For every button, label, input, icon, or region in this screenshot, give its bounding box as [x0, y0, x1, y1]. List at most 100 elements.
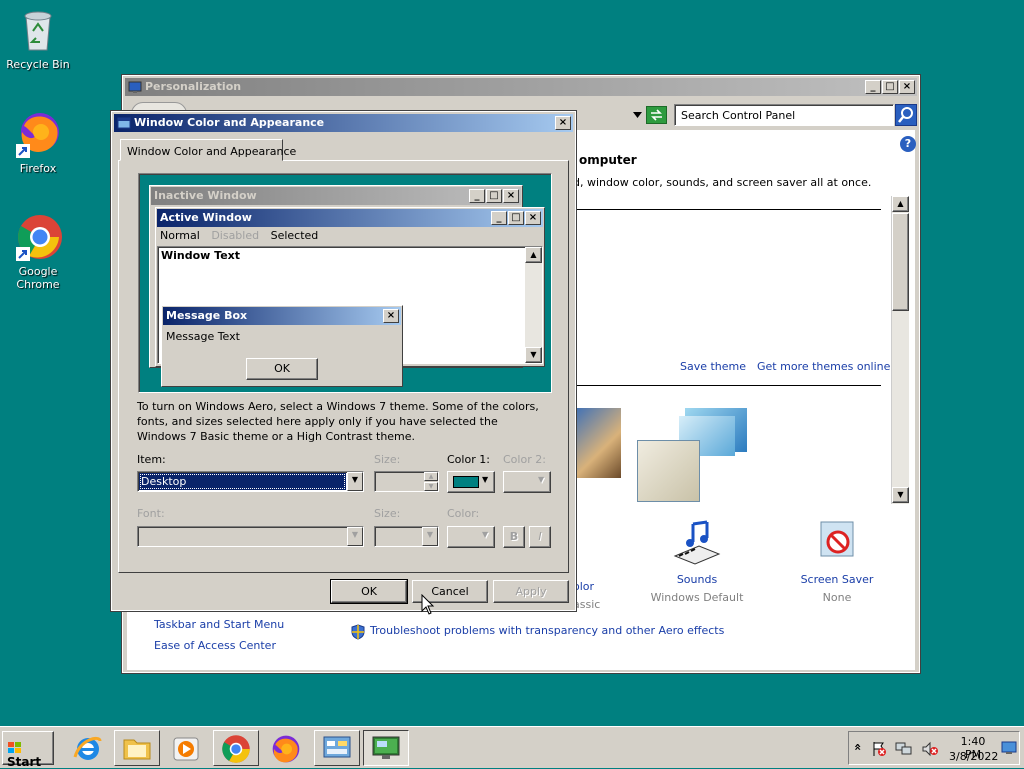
font-color-label: Color: [447, 507, 480, 520]
preview-msgbox-close: × [383, 309, 399, 323]
tab-window-color[interactable]: Window Color and Appearance [120, 139, 296, 161]
show-desktop-icon[interactable] [1001, 741, 1017, 755]
dialog-close-button[interactable]: × [555, 116, 571, 130]
preview-max-button: □ [486, 189, 502, 203]
screen-saver-icon [820, 521, 854, 557]
chevron-down-icon[interactable]: ▼ [422, 527, 438, 546]
minimize-button[interactable]: _ [865, 80, 881, 94]
preview-menu-selected: Selected [270, 229, 319, 242]
themes-top-rule [573, 209, 881, 210]
personalization-icon [128, 81, 142, 93]
desktop-icon-recycle-bin[interactable]: Recycle Bin [0, 6, 76, 71]
see-also-taskbar-link[interactable]: Taskbar and Start Menu [154, 618, 284, 631]
more-themes-link[interactable]: Get more themes online [757, 360, 890, 373]
font-size-dropdown[interactable]: ▼ [374, 526, 439, 547]
chevron-down-icon: ▼ [482, 530, 489, 539]
preview-close-button: × [503, 189, 519, 203]
screensaver-item[interactable]: Screen Saver None [789, 520, 885, 604]
chevron-down-icon[interactable]: ▼ [347, 472, 363, 491]
folder-icon [123, 739, 151, 760]
bold-button[interactable]: B [503, 526, 525, 548]
page-description: d, window color, sounds, and screen save… [573, 176, 872, 189]
help-button[interactable]: ? [900, 136, 916, 152]
personalization-titlebar[interactable]: Personalization _ □ × [125, 78, 917, 96]
scroll-thumb[interactable] [892, 213, 909, 311]
spinner-up[interactable]: ▲ [424, 472, 438, 481]
volume-muted-icon[interactable] [921, 741, 939, 757]
refresh-button[interactable] [646, 106, 667, 124]
dialog-title: Window Color and Appearance [134, 116, 325, 129]
network-icon[interactable] [895, 741, 913, 757]
windows-logo-icon [8, 741, 21, 753]
see-also-ease-of-access-link[interactable]: Ease of Access Center [154, 639, 276, 652]
desktop-icon-chrome[interactable]: Google Chrome [0, 213, 76, 291]
themes-scrollbar[interactable]: ▲ ▼ [891, 196, 909, 504]
preview-inactive-titlebar: Inactive Window _ □ × [151, 187, 521, 205]
dialog-titlebar[interactable]: Window Color and Appearance × [114, 114, 573, 132]
color1-picker[interactable]: ▼ [447, 471, 495, 493]
personalization-taskbar-button[interactable] [363, 730, 409, 766]
clock-date[interactable]: 3/8/2022 [949, 750, 998, 763]
recycle-bin-icon [14, 6, 62, 54]
preview-msgbox-title: Message Box [166, 309, 248, 322]
item-size-spinner[interactable]: ▲ ▼ [374, 471, 439, 492]
ie-quicklaunch[interactable] [72, 733, 104, 765]
desktop-icon-firefox[interactable]: Firefox [0, 110, 76, 175]
save-theme-link[interactable]: Save theme [680, 360, 746, 373]
font-size-label: Size: [374, 507, 401, 520]
preview-scroll-down: ▼ [525, 347, 542, 363]
search-button[interactable] [895, 104, 917, 126]
apply-button[interactable]: Apply [493, 580, 569, 603]
desktop-icon-label: Google Chrome [16, 265, 60, 291]
item-dropdown[interactable]: Desktop ▼ [137, 471, 364, 492]
media-player-quicklaunch[interactable] [170, 733, 202, 765]
maximize-button[interactable]: □ [882, 80, 898, 94]
scroll-down-button[interactable]: ▼ [892, 487, 909, 503]
tab-label: Window Color and Appearance [127, 145, 297, 158]
display-icon [372, 736, 400, 759]
scroll-up-button[interactable]: ▲ [892, 196, 909, 212]
color2-label: Color 2: [503, 453, 546, 466]
theme-thumbnail-selected[interactable] [637, 440, 700, 502]
preview-max-button: □ [508, 211, 524, 225]
preview-scroll-up: ▲ [525, 247, 542, 263]
sounds-item[interactable]: Sounds Windows Default [649, 520, 745, 604]
page-heading: omputer [579, 153, 637, 167]
color-sublabel: assic [573, 598, 601, 611]
chrome-icon [222, 735, 250, 763]
explorer-taskbar-button[interactable] [114, 730, 160, 766]
window-color-icon [117, 117, 131, 129]
start-label: Start [7, 754, 42, 769]
color1-label: Color 1: [447, 453, 490, 466]
preview-min-button: _ [469, 189, 485, 203]
troubleshoot-link[interactable]: Troubleshoot problems with transparency … [370, 624, 724, 637]
chevron-down-icon [633, 112, 642, 118]
shield-icon [351, 624, 365, 640]
font-color-picker[interactable]: ▼ [447, 526, 495, 548]
tab-panel: Inactive Window _ □ × Active Window _ □ … [118, 160, 569, 573]
color-label[interactable]: olor [573, 580, 594, 593]
chevron-down-icon[interactable]: ▼ [347, 527, 363, 546]
action-center-flag-icon[interactable] [871, 741, 887, 757]
spinner-down[interactable]: ▼ [424, 482, 438, 491]
start-button[interactable]: Start [2, 731, 54, 769]
firefox-quicklaunch[interactable] [270, 733, 302, 765]
search-input[interactable]: Search Control Panel [674, 104, 894, 126]
preview-message-box: Message Box × Message Text OK [161, 305, 403, 387]
chrome-icon [14, 213, 62, 261]
font-label: Font: [137, 507, 165, 520]
tray-expand-button[interactable]: « [851, 743, 865, 751]
close-button[interactable]: × [899, 80, 915, 94]
font-dropdown[interactable]: ▼ [137, 526, 364, 547]
desktop-icon-label: Recycle Bin [6, 58, 70, 71]
italic-button[interactable]: I [529, 526, 551, 548]
ok-button[interactable]: OK [330, 579, 408, 604]
theme-thumbnail[interactable] [573, 408, 621, 478]
control-panel-taskbar-button[interactable] [314, 730, 360, 766]
item-label: Item: [137, 453, 166, 466]
chrome-taskbar-button[interactable] [213, 730, 259, 766]
item-selected-value: Desktop [139, 473, 346, 490]
preview-menu: Normal Disabled Selected [160, 229, 318, 242]
color2-picker[interactable]: ▼ [503, 471, 551, 493]
preview-msgbox-text: Message Text [166, 330, 240, 343]
